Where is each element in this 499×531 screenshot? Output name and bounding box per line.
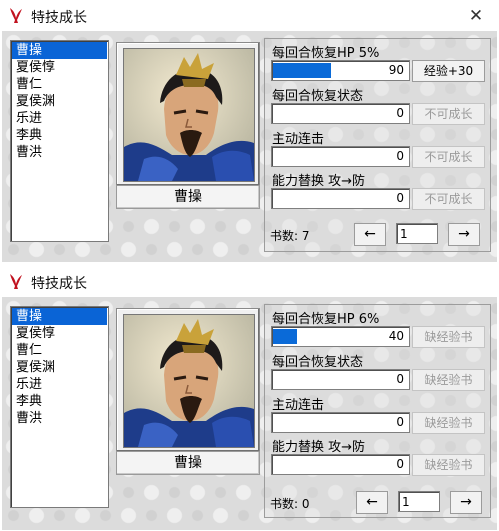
skill-progress: 0 [271, 103, 410, 124]
page-number-input[interactable]: 1 [398, 491, 440, 512]
skill-growth-window-1: 特技成长 ✕ 曹操 夏侯惇 曹仁 夏侯渊 乐进 李典 曹洪 曹操 每回合恢复HP… [0, 0, 499, 264]
list-item[interactable]: 曹洪 [12, 144, 107, 161]
skill-label: 能力替换 攻→防 [272, 174, 366, 189]
list-item[interactable]: 乐进 [12, 376, 107, 393]
client-area: 曹操 夏侯惇 曹仁 夏侯渊 乐进 李典 曹洪 [2, 31, 497, 262]
list-item[interactable]: 曹洪 [12, 410, 107, 427]
general-list[interactable]: 曹操 夏侯惇 曹仁 夏侯渊 乐进 李典 曹洪 [10, 40, 109, 242]
list-item[interactable]: 曹仁 [12, 76, 107, 93]
skill-progress: 0 [271, 412, 410, 433]
skill-label: 主动连击 [272, 132, 325, 147]
list-item[interactable]: 曹仁 [12, 342, 107, 359]
skill-action-button[interactable]: 缺经验书 [412, 326, 485, 348]
red-bird-icon [10, 274, 22, 289]
skill-value: 0 [396, 372, 404, 386]
skill-progress: 0 [271, 369, 410, 390]
skill-action-button[interactable]: 不可成长 [412, 103, 485, 125]
red-bird-icon [10, 8, 22, 23]
skill-action-button[interactable]: 不可成长 [412, 146, 485, 168]
skill-action-button[interactable]: 经验+30 [412, 60, 485, 82]
prev-page-button[interactable]: ← [354, 223, 386, 246]
skill-value: 90 [388, 63, 404, 77]
skill-label: 每回合恢复HP 6% [272, 312, 380, 327]
list-item[interactable]: 夏侯渊 [12, 93, 107, 110]
list-item[interactable]: 夏侯惇 [12, 325, 107, 342]
list-item[interactable]: 乐进 [12, 110, 107, 127]
portrait-frame [116, 42, 260, 186]
general-portrait [123, 314, 255, 448]
close-icon: ✕ [468, 6, 484, 26]
close-button[interactable]: ✕ [462, 3, 490, 29]
skill-label: 主动连击 [272, 398, 325, 413]
skill-progress: 0 [271, 188, 410, 209]
prev-page-button[interactable]: ← [356, 491, 388, 514]
next-page-button[interactable]: → [448, 223, 480, 246]
general-name-button[interactable]: 曹操 [116, 451, 260, 475]
list-item[interactable]: 曹操 [12, 308, 107, 325]
skill-value: 40 [388, 329, 404, 343]
skill-action-button[interactable]: 不可成长 [412, 188, 485, 210]
window-title: 特技成长 [31, 10, 87, 26]
general-name-button[interactable]: 曹操 [116, 185, 260, 209]
general-portrait [123, 48, 255, 182]
list-item[interactable]: 曹操 [12, 42, 107, 59]
skill-progress: 90 [271, 60, 410, 81]
skill-label: 每回合恢复状态 [272, 89, 364, 104]
skill-value: 0 [396, 415, 404, 429]
books-count: 书数: 7 [270, 229, 310, 243]
skill-value: 0 [396, 191, 404, 205]
title-bar: 特技成长 ✕ [0, 0, 499, 31]
list-item[interactable]: 李典 [12, 393, 107, 410]
skill-progress: 40 [271, 326, 410, 347]
list-item[interactable]: 夏侯惇 [12, 59, 107, 76]
window-title: 特技成长 [31, 276, 87, 292]
skill-label: 每回合恢复HP 5% [272, 46, 380, 61]
skill-label: 能力替换 攻→防 [272, 440, 366, 455]
title-bar: 特技成长 [0, 266, 499, 297]
portrait-frame [116, 308, 260, 452]
books-count: 书数: 0 [270, 497, 310, 511]
next-page-button[interactable]: → [450, 491, 482, 514]
page-number-input[interactable]: 1 [396, 223, 438, 244]
skill-progress: 0 [271, 146, 410, 167]
skill-action-button[interactable]: 缺经验书 [412, 454, 485, 476]
skill-value: 0 [396, 457, 404, 471]
skill-action-button[interactable]: 缺经验书 [412, 412, 485, 434]
skill-growth-window-2: 特技成长 曹操 夏侯惇 曹仁 夏侯渊 乐进 李典 曹洪 曹操 每回合恢复HP 6… [0, 266, 499, 531]
list-item[interactable]: 李典 [12, 127, 107, 144]
skill-progress: 0 [271, 454, 410, 475]
skill-value: 0 [396, 149, 404, 163]
skill-value: 0 [396, 106, 404, 120]
skill-panel: 每回合恢复HP 6% 40 缺经验书 每回合恢复状态 0 缺经验书 主动连击 0… [264, 304, 491, 518]
general-list[interactable]: 曹操 夏侯惇 曹仁 夏侯渊 乐进 李典 曹洪 [10, 306, 109, 508]
skill-panel: 每回合恢复HP 5% 90 经验+30 每回合恢复状态 0 不可成长 主动连击 … [264, 38, 491, 252]
skill-progress-fill [273, 329, 297, 344]
list-item[interactable]: 夏侯渊 [12, 359, 107, 376]
skill-label: 每回合恢复状态 [272, 355, 364, 370]
client-area: 曹操 夏侯惇 曹仁 夏侯渊 乐进 李典 曹洪 [2, 297, 497, 530]
skill-progress-fill [273, 63, 331, 78]
skill-action-button[interactable]: 缺经验书 [412, 369, 485, 391]
